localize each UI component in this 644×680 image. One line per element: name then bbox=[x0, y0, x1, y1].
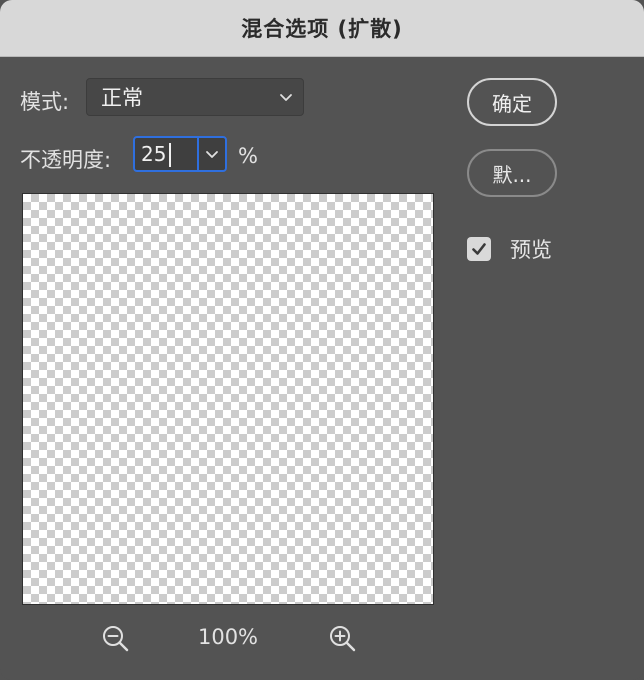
preview-label: 预览 bbox=[510, 238, 552, 262]
title-bar: 混合选项 (扩散) bbox=[0, 0, 644, 57]
checkmark-icon bbox=[472, 243, 486, 255]
zoom-out-icon[interactable] bbox=[101, 624, 131, 654]
opacity-unit: % bbox=[238, 144, 258, 168]
text-cursor bbox=[169, 143, 171, 167]
preview-checkbox[interactable] bbox=[467, 237, 491, 261]
opacity-field[interactable] bbox=[133, 136, 227, 172]
blend-options-dialog: 混合选项 (扩散) 模式: 正常 不透明度: % 100% bbox=[0, 0, 644, 680]
default-button[interactable]: 默... bbox=[467, 149, 557, 197]
ok-button[interactable]: 确定 bbox=[467, 78, 557, 126]
zoom-level: 100% bbox=[197, 625, 259, 649]
chevron-down-icon bbox=[206, 151, 218, 158]
mode-select[interactable]: 正常 bbox=[86, 78, 304, 116]
mode-label: 模式: bbox=[20, 90, 70, 114]
opacity-label: 不透明度: bbox=[20, 148, 112, 172]
preview-canvas[interactable] bbox=[22, 193, 434, 605]
chevron-down-icon bbox=[280, 94, 292, 101]
dialog-title: 混合选项 (扩散) bbox=[241, 17, 403, 41]
zoom-in-icon[interactable] bbox=[328, 624, 358, 654]
mode-value: 正常 bbox=[101, 86, 143, 110]
opacity-input[interactable] bbox=[135, 138, 197, 170]
opacity-dropdown-button[interactable] bbox=[197, 138, 225, 170]
